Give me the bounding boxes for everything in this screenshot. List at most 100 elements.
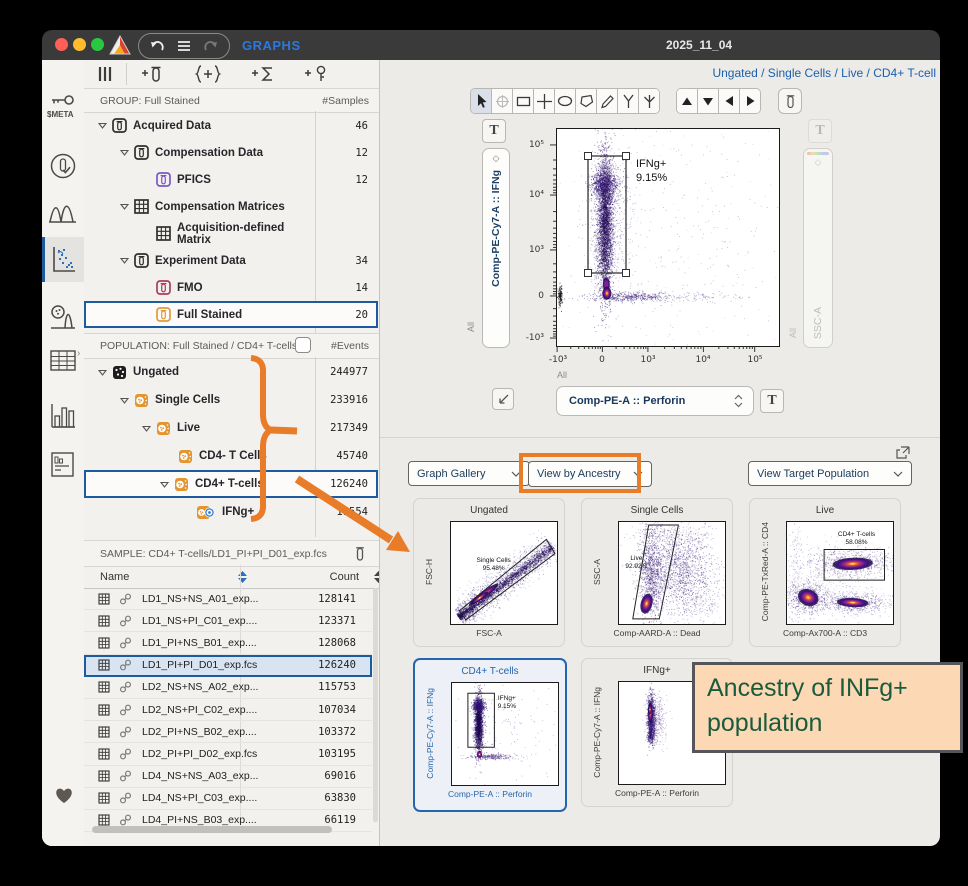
count-column-header[interactable]: Count bbox=[330, 571, 373, 583]
sample-tube-button[interactable] bbox=[778, 88, 802, 114]
sample-row[interactable]: LD2_PI+PI_D02_exp.fcs 103195 bbox=[84, 743, 372, 765]
sample-name: LD1_PI+PI_D01_exp.fcs bbox=[142, 659, 257, 671]
group-row-experiment-data[interactable]: Experiment Data 34 bbox=[84, 247, 378, 274]
name-column-header[interactable]: Name bbox=[84, 571, 129, 583]
group-row-full-stained-selected[interactable]: Full Stained 20 bbox=[84, 301, 378, 328]
gallery-plot-card[interactable]: Single Cells SSC-A Live92.92% Comp-AARD-… bbox=[581, 498, 733, 647]
polygon-gate-button[interactable] bbox=[575, 89, 596, 113]
sample-row[interactable]: LD1_NS+NS_A01_exp... 128141 bbox=[84, 588, 372, 610]
graphs-tab-label[interactable]: GRAPHS bbox=[242, 38, 301, 53]
nav-down-button[interactable] bbox=[697, 89, 718, 113]
sample-horizontal-scrollbar[interactable] bbox=[92, 826, 332, 833]
table-view-icon[interactable] bbox=[50, 350, 76, 372]
breadcrumb[interactable]: Ungated / Single Cells / Live / CD4+ T-c… bbox=[536, 66, 936, 80]
expand-triangle-icon[interactable] bbox=[160, 481, 169, 488]
ghost-text-button[interactable]: T bbox=[808, 119, 832, 143]
bar-chart-view-icon[interactable] bbox=[50, 400, 76, 430]
autogate-tool-button[interactable] bbox=[491, 89, 512, 113]
card-plot[interactable]: CD4+ T-cells58.08% bbox=[786, 521, 894, 625]
add-group-icon[interactable] bbox=[195, 64, 221, 84]
gallery-plot-card[interactable]: Live Comp-PE-TxRed-A :: CD4 CD4+ T-cells… bbox=[749, 498, 901, 647]
population-row-single-cells[interactable]: Single Cells 233916 bbox=[84, 386, 378, 414]
bisector-gate-button[interactable] bbox=[617, 89, 638, 113]
report-layout-icon[interactable] bbox=[51, 452, 75, 478]
trisector-gate-button[interactable] bbox=[638, 89, 659, 113]
y-axis-text-button[interactable]: T bbox=[482, 119, 506, 143]
sample-row[interactable]: LD2_NS+PI_C02_exp.... 107034 bbox=[84, 699, 372, 721]
redo-icon[interactable] bbox=[203, 39, 219, 53]
sample-vertical-scrollbar[interactable] bbox=[373, 588, 378, 822]
population-row-ifng[interactable]: IFNg+ 11554 bbox=[84, 498, 378, 526]
minimize-window-button[interactable] bbox=[73, 38, 86, 51]
ifng-gate[interactable] bbox=[557, 129, 779, 346]
x-axis-text-button[interactable]: T bbox=[760, 389, 784, 413]
main-plot[interactable]: IFNg+ 9.15% bbox=[556, 128, 780, 347]
select-tool-button[interactable] bbox=[471, 89, 491, 113]
gating-population-icon[interactable] bbox=[49, 300, 77, 332]
favorites-heart-icon[interactable] bbox=[54, 786, 74, 804]
expand-triangle-icon[interactable] bbox=[98, 122, 107, 129]
sort-name-icon[interactable] bbox=[237, 570, 248, 584]
close-window-button[interactable] bbox=[55, 38, 68, 51]
expand-triangle-icon[interactable] bbox=[142, 425, 151, 432]
undo-icon[interactable] bbox=[149, 39, 165, 53]
rectangle-gate-button[interactable] bbox=[512, 89, 533, 113]
group-row-acq-matrix[interactable]: Acquisition-defined Matrix bbox=[84, 220, 378, 247]
zoom-window-button[interactable] bbox=[91, 38, 104, 51]
view-by-ancestry-dropdown[interactable]: View by Ancestry bbox=[528, 461, 652, 487]
expand-triangle-icon[interactable] bbox=[120, 257, 129, 264]
add-sample-icon[interactable] bbox=[140, 64, 164, 84]
expand-triangle-icon[interactable] bbox=[120, 149, 129, 156]
gallery-plot-card[interactable]: Ungated FSC-H Single Cells95.48% FSC-A bbox=[413, 498, 565, 647]
menu-list-icon[interactable] bbox=[177, 40, 191, 52]
gallery-plot-card[interactable]: CD4+ T-cells Comp-PE-Cy7-A :: IFNg IFNg+… bbox=[413, 658, 567, 812]
sidebar-expand-chevron[interactable]: › bbox=[77, 348, 80, 359]
nav-right-button[interactable] bbox=[739, 89, 760, 113]
add-statistic-icon[interactable] bbox=[250, 64, 276, 84]
population-row-cd4-neg[interactable]: CD4- T Cells 45740 bbox=[84, 442, 378, 470]
card-x-axis: Comp-AARD-A :: Dead bbox=[582, 628, 732, 638]
group-row-pfics[interactable]: PFICS 12 bbox=[84, 166, 378, 193]
nav-up-button[interactable] bbox=[677, 89, 697, 113]
population-checkbox[interactable] bbox=[295, 337, 311, 353]
y-axis-selector-button[interactable]: ◇ Comp-PE-Cy7-A :: IFNg bbox=[482, 148, 510, 348]
x-axis-selector-dropdown[interactable]: Comp-PE-A :: Perforin bbox=[556, 386, 754, 416]
sample-row[interactable]: LD2_NS+NS_A02_exp... 115753 bbox=[84, 677, 372, 699]
graph-gallery-dropdown[interactable]: Graph Gallery bbox=[408, 461, 530, 486]
sample-row[interactable]: LD2_PI+NS_B02_exp.... 103372 bbox=[84, 721, 372, 743]
plot-scale-button[interactable] bbox=[492, 388, 514, 410]
sample-row[interactable]: LD1_NS+PI_C01_exp.... 123371 bbox=[84, 610, 372, 632]
population-row-live[interactable]: Live 217349 bbox=[84, 414, 378, 442]
ghost-y-axis-selector[interactable]: ◇ SSC-A bbox=[803, 148, 833, 348]
expand-triangle-icon[interactable] bbox=[98, 369, 107, 376]
qc-check-icon[interactable] bbox=[50, 152, 76, 180]
keywords-meta-icon[interactable] bbox=[50, 92, 76, 108]
card-plot[interactable]: IFNg+9.15% bbox=[451, 682, 559, 786]
view-target-population-dropdown[interactable]: View Target Population bbox=[748, 461, 912, 486]
collapse-columns-icon[interactable] bbox=[98, 66, 114, 82]
expand-triangle-icon[interactable] bbox=[120, 397, 129, 404]
sample-row[interactable]: LD4_NS+PI_C03_exp.... 63830 bbox=[84, 788, 372, 810]
card-plot[interactable]: Live92.92% bbox=[618, 521, 726, 625]
ellipse-gate-button[interactable] bbox=[554, 89, 575, 113]
group-row-compensation-data[interactable]: Compensation Data 12 bbox=[84, 139, 378, 166]
add-keyword-icon[interactable] bbox=[303, 64, 329, 84]
population-row-cd4-pos-selected[interactable]: CD4+ T-cells 126240 bbox=[84, 470, 378, 498]
nav-left-button[interactable] bbox=[718, 89, 739, 113]
expand-gallery-icon[interactable] bbox=[896, 446, 910, 459]
histogram-overlay-icon[interactable] bbox=[48, 197, 78, 225]
sample-row[interactable]: LD1_PI+NS_B01_exp.... 128068 bbox=[84, 632, 372, 654]
sample-row[interactable]: LD1_PI+PI_D01_exp.fcs 126240 bbox=[84, 655, 372, 677]
dot-plot-view-icon[interactable] bbox=[49, 245, 77, 275]
expand-triangle-icon[interactable] bbox=[120, 203, 129, 210]
quad-gate-button[interactable] bbox=[533, 89, 554, 113]
population-row-ungated[interactable]: Ungated 244977 bbox=[84, 358, 378, 386]
group-row-acquired-data[interactable]: Acquired Data 46 bbox=[84, 112, 378, 139]
meta-label: $META bbox=[47, 110, 74, 119]
sort-count-icon[interactable] bbox=[373, 570, 379, 584]
card-plot[interactable]: Single Cells95.48% bbox=[450, 521, 558, 625]
group-row-compensation-matrices[interactable]: Compensation Matrices bbox=[84, 193, 378, 220]
group-row-fmo[interactable]: FMO 14 bbox=[84, 274, 378, 301]
sample-row[interactable]: LD4_NS+NS_A03_exp... 69016 bbox=[84, 766, 372, 788]
pencil-gate-button[interactable] bbox=[596, 89, 617, 113]
